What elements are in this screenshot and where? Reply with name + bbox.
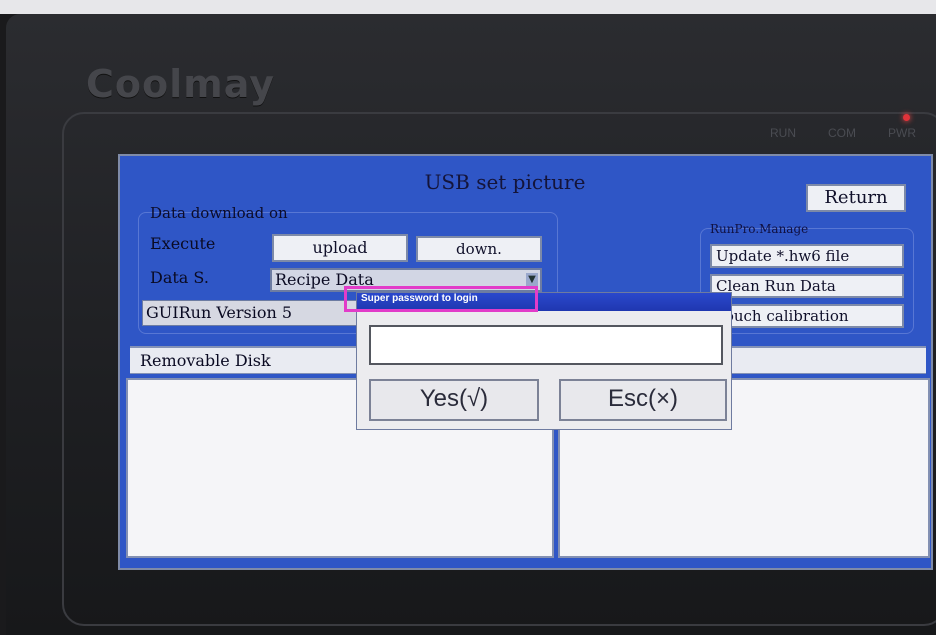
update-file-button[interactable]: Update *.hw6 file [710, 244, 904, 268]
password-dialog: Super password to login Yes(√) Esc(×) [344, 286, 732, 430]
dialog-title: Super password to login [344, 286, 538, 312]
disk-label: Removable Disk [140, 351, 271, 370]
power-led-icon [903, 114, 910, 121]
data-source-label: Data S. [150, 268, 209, 287]
led-run-label: RUN [770, 126, 796, 140]
clean-run-data-button[interactable]: Clean Run Data [710, 274, 904, 298]
brand-logo: Coolmay [86, 62, 275, 106]
chevron-down-icon[interactable]: ▼ [526, 273, 538, 287]
photo-background [0, 0, 936, 14]
upload-button[interactable]: upload [272, 234, 408, 262]
page-title: USB set picture [424, 170, 586, 194]
download-button[interactable]: down. [416, 236, 542, 262]
password-input[interactable] [369, 325, 723, 365]
led-com-label: COM [828, 126, 856, 140]
status-leds: RUN COM PWR [770, 114, 930, 144]
led-pwr-label: PWR [888, 126, 916, 140]
runpro-label: RunPro.Manage [710, 222, 809, 236]
return-button[interactable]: Return [806, 184, 906, 212]
version-field: GUIRun Version 5 [142, 300, 357, 326]
esc-button[interactable]: Esc(×) [559, 379, 727, 421]
yes-button[interactable]: Yes(√) [369, 379, 539, 421]
data-group-label: Data download on [150, 204, 288, 222]
execute-label: Execute [150, 234, 216, 253]
touch-calibration-button[interactable]: Touch calibration [710, 304, 904, 328]
